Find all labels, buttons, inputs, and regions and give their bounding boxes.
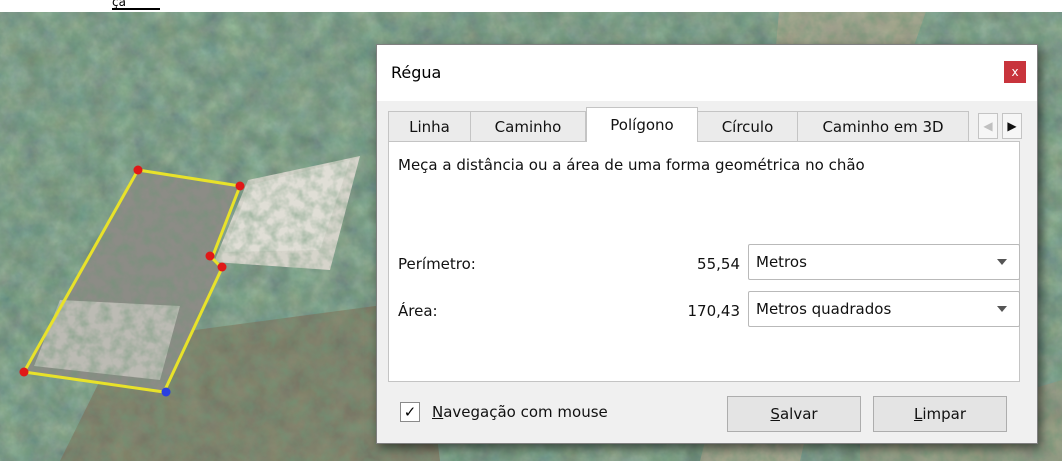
save-button[interactable]: Salvar <box>727 396 861 432</box>
polygon-vertex <box>19 367 29 377</box>
tab-caminho[interactable]: Caminho <box>470 111 586 141</box>
area-unit-value: Metros quadrados <box>756 300 892 318</box>
dialog-title: Régua <box>391 63 442 82</box>
polygon-vertex <box>217 262 227 272</box>
tab-poligono[interactable]: Polígono <box>586 107 698 142</box>
close-button[interactable]: x <box>1004 61 1026 83</box>
mouse-navigation-label[interactable]: Navegação com mouse <box>432 402 608 422</box>
tab-linha[interactable]: Linha <box>388 111 471 141</box>
dialog-footer: ✓ Navegação com mouse Salvar Limpar <box>377 382 1037 443</box>
panel-description: Meça a distância ou a área de uma forma … <box>398 156 865 174</box>
clear-button[interactable]: Limpar <box>873 396 1007 432</box>
area-label: Área: <box>398 302 438 320</box>
polygon-vertex <box>205 251 215 261</box>
tab-circulo[interactable]: Círculo <box>697 111 798 141</box>
perimeter-label: Perímetro: <box>398 255 476 273</box>
top-strip: ça <box>0 0 1062 12</box>
tab-bar: Linha Caminho Polígono Círculo Caminho e… <box>388 107 1022 142</box>
dialog-titlebar[interactable]: Régua x <box>377 45 1037 101</box>
polygon-vertex-active <box>161 387 171 397</box>
header-fragment: ça <box>112 0 160 10</box>
tab-scroll-right-icon[interactable]: ▶ <box>1002 113 1022 139</box>
mouse-navigation-checkbox[interactable]: ✓ <box>400 402 420 422</box>
perimeter-value: 55,54 <box>697 255 740 273</box>
perimeter-unit-value: Metros <box>756 253 807 271</box>
polygon-vertex <box>235 181 245 191</box>
tab-caminho-3d[interactable]: Caminho em 3D <box>797 111 969 141</box>
tab-scroll-left-icon[interactable]: ◀ <box>978 113 998 139</box>
perimeter-unit-select[interactable]: Metros <box>748 244 1020 280</box>
polygon-panel: Meça a distância ou a área de uma forma … <box>388 141 1020 382</box>
area-value: 170,43 <box>687 302 741 320</box>
area-unit-select[interactable]: Metros quadrados <box>748 291 1020 327</box>
ruler-dialog: Régua x Linha Caminho Polígono Círculo C… <box>376 44 1038 444</box>
polygon-vertex <box>133 165 143 175</box>
dropdown-arrow-icon <box>997 259 1007 265</box>
dropdown-arrow-icon <box>997 306 1007 312</box>
